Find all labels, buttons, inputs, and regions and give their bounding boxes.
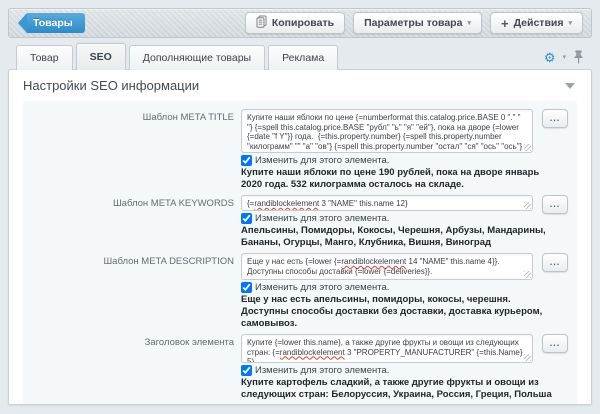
apply-checkbox[interactable] bbox=[241, 213, 252, 224]
page: Товары Копировать Параметры товара ▾ + Д… bbox=[0, 0, 600, 405]
tab-related-products[interactable]: Дополняющие товары bbox=[129, 45, 265, 70]
meta-keywords-preview: Апельсины, Помидоры, Кокосы, Черешня, Ар… bbox=[241, 225, 559, 249]
edit-form-card: Настройки SEO информации Шаблон META TIT… bbox=[8, 69, 592, 405]
seo-form-panel: Шаблон META TITLE Купите наши яблоки по … bbox=[23, 101, 577, 405]
apply-checkbox-label: Изменить для этого элемента. bbox=[255, 213, 389, 224]
copy-button[interactable]: Копировать bbox=[245, 12, 345, 34]
field-label: Заголовок элемента bbox=[23, 334, 241, 401]
tab-bar: Товар SEO Дополняющие товары Реклама ⚙ ▾ bbox=[8, 38, 592, 70]
collapse-section-icon[interactable] bbox=[565, 83, 575, 89]
product-params-label: Параметры товара bbox=[364, 17, 462, 29]
seo-section-header: Настройки SEO информации bbox=[9, 70, 591, 99]
apply-checkbox[interactable] bbox=[241, 155, 252, 166]
product-params-button[interactable]: Параметры товара ▾ bbox=[353, 12, 482, 34]
tab-seo[interactable]: SEO bbox=[76, 43, 126, 70]
apply-checkbox-label: Изменить для этого элемента. bbox=[255, 365, 389, 376]
element-title-preview: Купите картофель сладкий, а также другие… bbox=[241, 377, 559, 401]
apply-checkbox-label: Изменить для этого элемента. bbox=[255, 155, 389, 166]
field-label: Шаблон META KEYWORDS bbox=[23, 195, 241, 249]
more-button[interactable]: ... bbox=[542, 253, 568, 272]
meta-title-preview: Купите наши яблоки по цене 190 рублей, п… bbox=[241, 167, 559, 191]
element-title-template-input[interactable]: Купите {=lower this.name}, а также други… bbox=[241, 334, 533, 363]
copy-icon bbox=[256, 15, 267, 31]
actions-button-label: Действия bbox=[514, 17, 564, 29]
form-row-meta-title: Шаблон META TITLE Купите наши яблоки по … bbox=[23, 109, 571, 191]
back-to-list-button[interactable]: Товары bbox=[27, 13, 85, 33]
apply-checkbox-row: Изменить для этого элемента. bbox=[241, 213, 533, 224]
field-label: Шаблон META TITLE bbox=[23, 109, 241, 191]
meta-keywords-template-input[interactable]: {=randiblockelement 3 "NAME" this.name 1… bbox=[241, 195, 533, 211]
more-button[interactable]: ... bbox=[542, 109, 568, 128]
copy-button-label: Копировать bbox=[272, 17, 334, 29]
form-row-meta-description: Шаблон META DESCRIPTION Еще у нас есть {… bbox=[23, 253, 571, 330]
more-button[interactable]: ... bbox=[542, 195, 568, 214]
more-button[interactable]: ... bbox=[542, 334, 568, 353]
actions-button[interactable]: + Действия ▾ bbox=[490, 12, 583, 34]
form-row-element-title: Заголовок элемента Купите {=lower this.n… bbox=[23, 334, 571, 401]
tab-advertising[interactable]: Реклама bbox=[268, 45, 338, 70]
apply-checkbox-row: Изменить для этого элемента. bbox=[241, 365, 533, 376]
meta-title-template-input[interactable]: Купите наши яблоки по цене {=numberforma… bbox=[241, 109, 533, 153]
chevron-down-icon[interactable]: ▾ bbox=[562, 53, 566, 61]
apply-checkbox-row: Изменить для этого элемента. bbox=[241, 155, 533, 166]
tab-settings-icons: ⚙ ▾ bbox=[544, 50, 584, 70]
section-title: Настройки SEO информации bbox=[23, 78, 199, 93]
chevron-down-icon: ▾ bbox=[568, 19, 572, 27]
apply-checkbox[interactable] bbox=[241, 282, 252, 293]
apply-checkbox-row: Изменить для этого элемента. bbox=[241, 282, 533, 293]
apply-checkbox-label: Изменить для этого элемента. bbox=[255, 282, 389, 293]
top-toolbar: Товары Копировать Параметры товара ▾ + Д… bbox=[8, 8, 592, 38]
meta-description-template-input[interactable]: Еще у нас есть {=lower {=randiblockeleme… bbox=[241, 253, 533, 280]
tab-product[interactable]: Товар bbox=[16, 45, 73, 70]
form-row-meta-keywords: Шаблон META KEYWORDS {=randiblockelement… bbox=[23, 195, 571, 249]
field-label: Шаблон META DESCRIPTION bbox=[23, 253, 241, 330]
apply-checkbox[interactable] bbox=[241, 365, 252, 376]
plus-icon: + bbox=[501, 17, 509, 30]
chevron-down-icon: ▾ bbox=[467, 19, 471, 27]
meta-description-preview: Еще у нас есть апельсины, помидоры, коко… bbox=[241, 294, 559, 330]
pin-icon[interactable] bbox=[573, 50, 584, 64]
gear-icon[interactable]: ⚙ bbox=[544, 51, 556, 64]
